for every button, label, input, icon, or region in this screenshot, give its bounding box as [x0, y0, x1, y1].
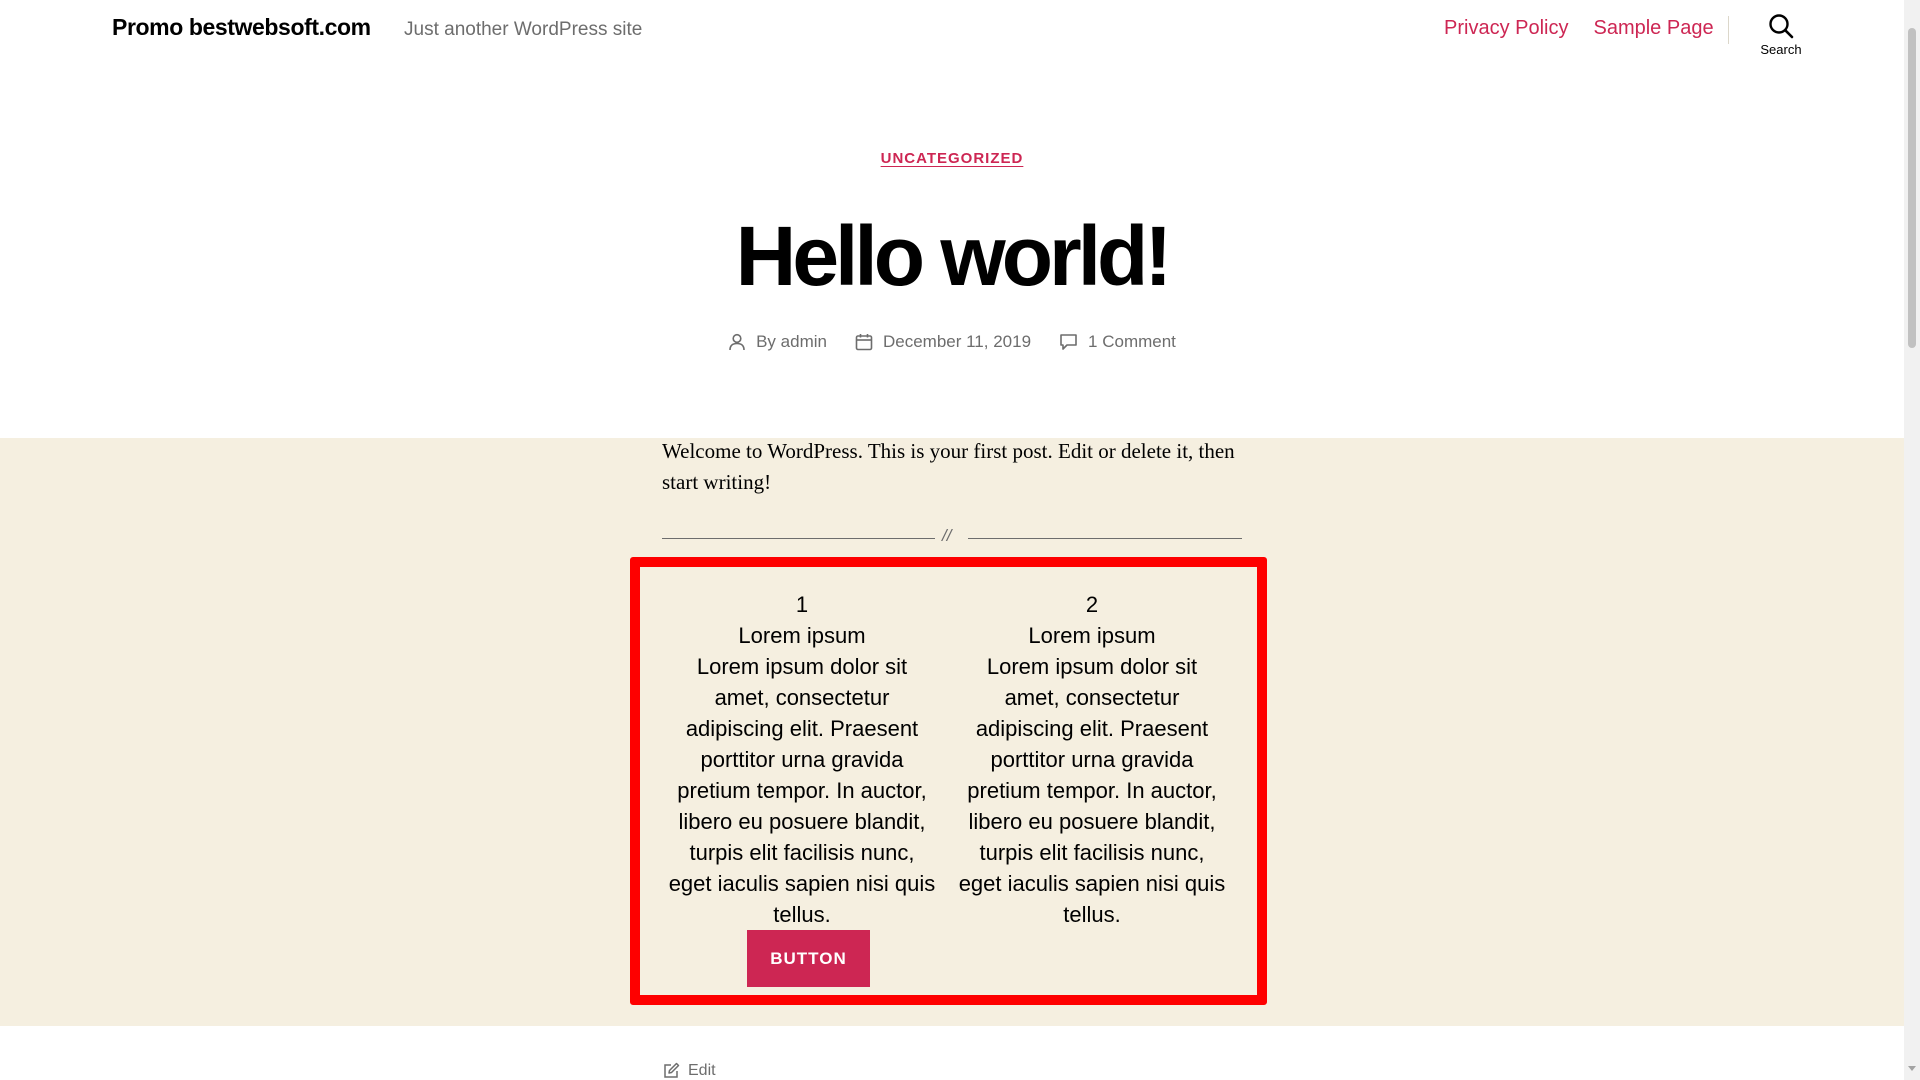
date-link[interactable]: December 11, 2019: [883, 332, 1031, 352]
page: Promo bestwebsoft.com Just another WordP…: [0, 0, 1904, 1080]
column-number: 2: [1085, 592, 1099, 617]
post-intro: Welcome to WordPress. This is your first…: [662, 439, 1235, 494]
menu-item-sample-page[interactable]: Sample Page: [1593, 17, 1713, 40]
search-icon: [1769, 14, 1794, 39]
edit-link[interactable]: Edit: [662, 1062, 716, 1080]
post-author: By admin: [728, 332, 827, 352]
vertical-scrollbar[interactable]: [1904, 0, 1920, 1080]
author-link[interactable]: By admin: [756, 332, 827, 352]
post-comments: 1 Comment: [1059, 332, 1176, 352]
column-number: 1: [795, 592, 809, 617]
comments-link[interactable]: 1 Comment: [1088, 332, 1176, 352]
separator-line-left: [662, 538, 935, 539]
scroll-down-arrow-icon[interactable]: [1908, 1066, 1916, 1071]
column-text: Lorem ipsum dolor sit amet, consectetur …: [668, 654, 936, 927]
column-1: 1 Lorem ipsum Lorem ipsum dolor sit amet…: [667, 589, 937, 930]
columns-block-highlight: 1 Lorem ipsum Lorem ipsum dolor sit amet…: [630, 557, 1267, 1005]
column-text: Lorem ipsum dolor sit amet, consectetur …: [958, 654, 1226, 927]
site-title[interactable]: Promo bestwebsoft.com: [112, 14, 371, 41]
entry-header: UNCATEGORIZED Hello world! By admin Dece…: [0, 150, 1904, 351]
separator-line-right: [968, 538, 1242, 539]
column-2: 2 Lorem ipsum Lorem ipsum dolor sit amet…: [957, 589, 1227, 930]
header-divider: [1728, 16, 1729, 44]
primary-menu: Privacy Policy Sample Page: [1444, 17, 1714, 40]
comment-icon: [1060, 334, 1077, 350]
post-title: Hello world!: [735, 209, 1173, 303]
pencil-icon: [664, 1062, 680, 1078]
site-header: Promo bestwebsoft.com Just another WordP…: [0, 0, 1904, 90]
search-button[interactable]: Search: [1740, 13, 1822, 69]
block-button[interactable]: BUTTON: [747, 930, 870, 987]
user-icon: [729, 333, 745, 351]
search-label: Search: [1760, 42, 1802, 57]
column-heading: Lorem ipsum: [738, 623, 866, 648]
separator-mark: //: [942, 526, 952, 545]
edit-label: Edit: [688, 1062, 716, 1079]
scrollbar-thumb[interactable]: [1908, 28, 1916, 348]
site-description: Just another WordPress site: [404, 19, 643, 40]
menu-item-privacy-policy[interactable]: Privacy Policy: [1444, 17, 1568, 40]
calendar-icon: [855, 334, 873, 351]
category-link[interactable]: UNCATEGORIZED: [881, 150, 1024, 167]
post-meta: By admin December 11, 2019 1 Comment: [0, 332, 1904, 352]
column-heading: Lorem ipsum: [1028, 623, 1156, 648]
post-date: December 11, 2019: [855, 332, 1031, 352]
